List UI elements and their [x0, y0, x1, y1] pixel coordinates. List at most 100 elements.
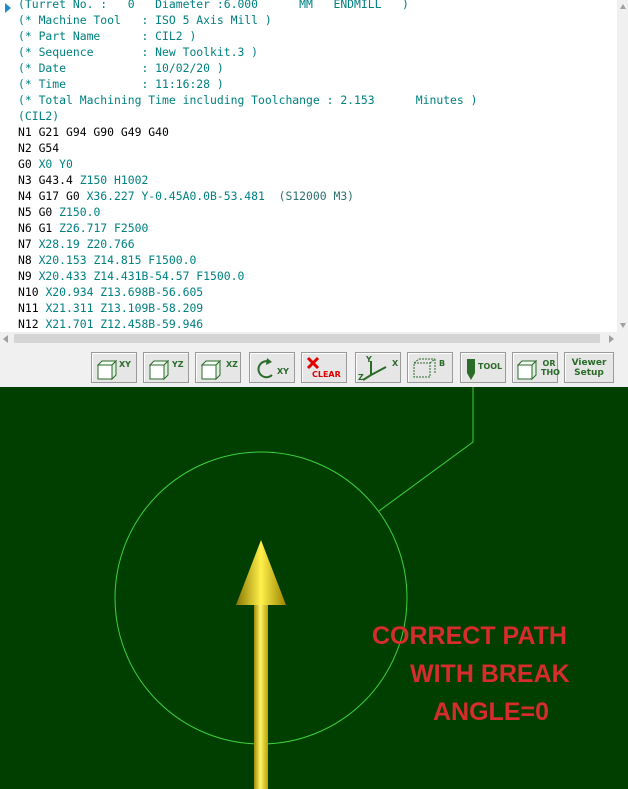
box-icon [413, 358, 436, 378]
tool-button[interactable]: TOOL [460, 352, 506, 383]
code-line-coordinates: Z150.0 [59, 205, 101, 219]
caption-line-1: CORRECT PATH [372, 622, 567, 650]
viewer-toolbar: XY YZ XZ XY CLEAR Y X Z B TOOL OR THO Vi… [0, 345, 628, 387]
code-line[interactable]: (* Part Name : CIL2 ) [18, 28, 618, 44]
code-line-prefix: N4 G17 G0 [18, 189, 87, 203]
bounding-box-button[interactable]: B [407, 352, 453, 383]
toolpath-line [378, 387, 474, 512]
code-line[interactable]: (* Total Machining Time including Toolch… [18, 92, 618, 108]
code-line-prefix: (Turret No. : 0 Diameter :6.000 MM ENDMI… [18, 0, 409, 11]
code-line-prefix: (* Sequence : New Toolkit.3 ) [18, 45, 259, 59]
code-line[interactable]: N1 G21 G94 G90 G49 G40 [18, 124, 618, 140]
rotate-icon [257, 358, 273, 379]
view-yz-button[interactable]: YZ [143, 352, 189, 383]
code-line[interactable]: G0 X0 Y0 [18, 156, 618, 172]
code-line[interactable]: (* Time : 11:16:28 ) [18, 76, 618, 92]
rotate-xy-button[interactable]: XY [249, 352, 295, 383]
code-line-prefix: N6 G1 [18, 221, 60, 235]
code-line[interactable]: N3 G43.4 Z150 H1002 [18, 172, 618, 188]
gcode-editor[interactable]: (Turret No. : 0 Diameter :6.000 MM ENDMI… [0, 0, 628, 345]
tool-tip [236, 540, 286, 605]
code-line-coordinates: X20.153 Z14.815 F1500.0 [38, 253, 197, 267]
view-xy-button[interactable]: XY [91, 352, 137, 383]
viewer-setup-button[interactable]: Viewer Setup [564, 352, 614, 383]
svg-text:X: X [392, 359, 399, 368]
code-line-prefix: (* Total Machining Time including Toolch… [18, 93, 478, 107]
vertical-scrollbar[interactable] [617, 0, 628, 332]
scroll-right-arrow-icon[interactable] [609, 335, 614, 343]
view-xz-button[interactable]: XZ [195, 352, 241, 383]
code-line[interactable]: N12 X21.701 Z12.458B-59.946 [18, 316, 618, 332]
gcode-text-area[interactable]: (Turret No. : 0 Diameter :6.000 MM ENDMI… [18, 0, 618, 332]
code-line-prefix: N2 G54 [18, 141, 60, 155]
code-line-coordinates: X28.19 Z20.766 [38, 237, 135, 251]
code-line[interactable]: N7 X28.19 Z20.766 [18, 236, 618, 252]
svg-text:Z: Z [358, 373, 364, 382]
horizontal-scroll-thumb[interactable] [14, 334, 600, 343]
view-xz-label: XZ [226, 360, 238, 369]
current-line-arrow-icon [5, 3, 11, 13]
scroll-left-arrow-icon[interactable] [3, 335, 8, 343]
annotation-caption: CORRECT PATH WITH BREAK ANGLE=0 [368, 617, 598, 731]
code-line-prefix: N11 [18, 301, 46, 315]
editor-gutter [0, 0, 13, 332]
caption-line-3: ANGLE=0 [433, 698, 550, 726]
code-line-prefix: (* Time : 11:16:28 ) [18, 77, 224, 91]
cube-icon [96, 359, 118, 381]
code-line-coordinates: X36.227 Y-0.45A0.0B-53.481 [86, 189, 265, 203]
axes-icon: Y X Z [358, 355, 399, 382]
code-line[interactable]: (* Machine Tool : ISO 5 Axis Mill ) [18, 12, 618, 28]
code-line[interactable]: N11 X21.311 Z13.109B-58.209 [18, 300, 618, 316]
horizontal-scrollbar[interactable] [0, 332, 617, 345]
code-line-coordinates: X0 Y0 [38, 157, 73, 171]
code-line-coordinates: X21.701 Z12.458B-59.946 [45, 317, 204, 331]
code-line[interactable]: (* Sequence : New Toolkit.3 ) [18, 44, 618, 60]
code-line[interactable]: N10 X20.934 Z13.698B-56.605 [18, 284, 618, 300]
red-x-icon [306, 356, 320, 370]
3d-viewport[interactable]: CORRECT PATH WITH BREAK ANGLE=0 [0, 387, 628, 789]
clear-button[interactable]: CLEAR [301, 352, 347, 383]
code-line[interactable]: N6 G1 Z26.717 F2500 [18, 220, 618, 236]
scrollbar-corner [617, 332, 628, 345]
viewer-setup-label: Viewer Setup [571, 358, 607, 378]
code-line-coordinates: X21.311 Z13.109B-58.209 [45, 301, 204, 315]
code-line-coordinates: X20.433 Z14.431B-54.57 F1500.0 [38, 269, 245, 283]
ortho-button[interactable]: OR THO [512, 352, 560, 383]
scroll-up-arrow-icon[interactable] [620, 4, 626, 9]
clear-label: CLEAR [312, 370, 341, 379]
bounding-box-label: B [439, 359, 446, 368]
caption-line-2: WITH BREAK [410, 660, 570, 688]
code-line-comment: (S12000 M3) [264, 189, 355, 203]
code-line-coordinates: X20.934 Z13.698B-56.605 [45, 285, 204, 299]
code-line[interactable]: (Turret No. : 0 Diameter :6.000 MM ENDMI… [18, 0, 618, 12]
tool-shaft [254, 601, 268, 789]
code-line-prefix: N8 [18, 253, 39, 267]
code-line-prefix: (* Date : 10/02/20 ) [18, 61, 224, 75]
axes-button[interactable]: Y X Z [355, 352, 401, 383]
code-line-prefix: N5 G0 [18, 205, 60, 219]
tool-label: TOOL [478, 362, 503, 371]
code-line[interactable]: N4 G17 G0 X36.227 Y-0.45A0.0B-53.481 (S1… [18, 188, 618, 204]
code-line[interactable]: N9 X20.433 Z14.431B-54.57 F1500.0 [18, 268, 618, 284]
code-line-prefix: N1 G21 G94 G90 G49 G40 [18, 125, 169, 139]
svg-text:Y: Y [365, 355, 372, 364]
view-yz-label: YZ [172, 360, 184, 369]
code-line-prefix: N9 [18, 269, 39, 283]
rotate-xy-label: XY [277, 367, 289, 376]
code-line-prefix: (* Machine Tool : ISO 5 Axis Mill ) [18, 13, 272, 27]
code-line[interactable]: (CIL2) [18, 108, 618, 124]
code-line-prefix: N3 G43.4 [18, 173, 80, 187]
code-line-prefix: (* Part Name : CIL2 ) [18, 29, 197, 43]
scroll-down-arrow-icon[interactable] [620, 323, 626, 328]
code-line-prefix: N10 [18, 285, 46, 299]
code-line[interactable]: N8 X20.153 Z14.815 F1500.0 [18, 252, 618, 268]
code-line-prefix: N12 [18, 317, 46, 331]
code-line-prefix: G0 [18, 157, 39, 171]
ortho-label: OR THO [541, 359, 560, 377]
code-line[interactable]: N2 G54 [18, 140, 618, 156]
view-xy-label: XY [119, 360, 131, 369]
code-line-coordinates: Z26.717 F2500 [59, 221, 149, 235]
code-line[interactable]: N5 G0 Z150.0 [18, 204, 618, 220]
code-line-prefix: (CIL2) [18, 109, 60, 123]
code-line[interactable]: (* Date : 10/02/20 ) [18, 60, 618, 76]
